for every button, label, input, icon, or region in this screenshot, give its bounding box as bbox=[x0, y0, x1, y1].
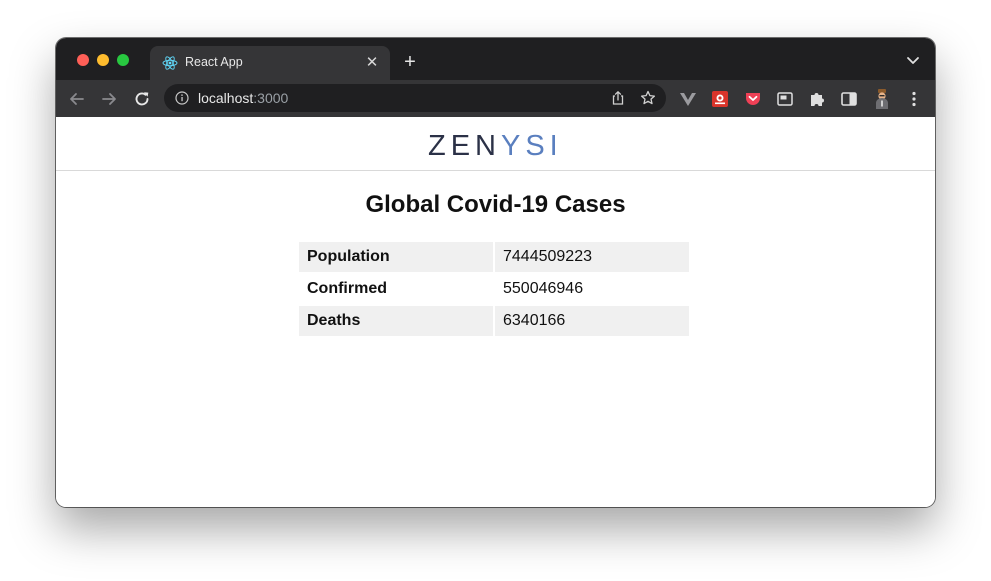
browser-toolbar: localhost:3000 bbox=[56, 80, 935, 117]
address-bar[interactable]: localhost:3000 bbox=[164, 84, 666, 112]
table-row: Population 7444509223 bbox=[299, 242, 689, 272]
tab-react-app[interactable]: React App ✕ bbox=[150, 46, 390, 80]
stat-label: Confirmed bbox=[307, 280, 387, 297]
tab-search-chevron-icon[interactable] bbox=[905, 52, 921, 68]
vue-devtools-icon[interactable] bbox=[679, 90, 697, 108]
svg-text:ZENYSIS: ZENYSIS bbox=[428, 130, 564, 161]
extension-red-icon[interactable] bbox=[711, 90, 729, 108]
kebab-menu-icon[interactable] bbox=[905, 90, 923, 108]
pocket-icon[interactable] bbox=[744, 90, 762, 108]
site-header: ZENYSIS bbox=[56, 117, 935, 171]
back-icon[interactable] bbox=[67, 89, 87, 109]
tab-close-icon[interactable]: ✕ bbox=[363, 54, 381, 72]
share-icon[interactable] bbox=[610, 90, 626, 106]
browser-window: React App ✕ + localhost:3000 ZENYSI Glob… bbox=[56, 38, 935, 507]
side-panel-icon[interactable] bbox=[840, 90, 858, 108]
puzzle-icon[interactable] bbox=[808, 90, 826, 108]
tab-title: React App bbox=[185, 55, 243, 69]
reload-icon[interactable] bbox=[132, 89, 152, 109]
stat-label: Population bbox=[299, 242, 493, 272]
stat-value: 550046946 bbox=[503, 280, 584, 297]
picture-in-picture-icon[interactable] bbox=[776, 90, 794, 108]
close-window-button[interactable] bbox=[77, 54, 89, 66]
url-host: localhost bbox=[198, 90, 254, 106]
stats-table: Population 7444509223 Confirmed 55004694… bbox=[297, 240, 691, 338]
page-title: Global Covid-19 Cases bbox=[365, 191, 626, 218]
url-port: :3000 bbox=[253, 90, 289, 106]
zenysis-logo: ZENYSIS bbox=[428, 130, 564, 161]
maximize-window-button[interactable] bbox=[117, 54, 129, 66]
forward-icon[interactable] bbox=[99, 89, 119, 109]
page-viewport: ZENYSIS Global Covid-19 Cases Population… bbox=[56, 117, 935, 507]
profile-avatar[interactable] bbox=[872, 88, 892, 110]
table-row: Confirmed 550046946 bbox=[299, 274, 689, 304]
table-row: Deaths 6340166 bbox=[299, 306, 689, 336]
star-icon[interactable] bbox=[640, 90, 656, 106]
stat-value: 7444509223 bbox=[495, 242, 689, 272]
info-icon[interactable] bbox=[175, 91, 189, 105]
url-text: localhost:3000 bbox=[198, 90, 288, 106]
react-icon bbox=[162, 56, 178, 70]
minimize-window-button[interactable] bbox=[97, 54, 109, 66]
tab-strip: React App ✕ + bbox=[56, 38, 935, 80]
new-tab-button[interactable]: + bbox=[399, 51, 421, 73]
stat-label: Deaths bbox=[299, 306, 493, 336]
desktop-background: React App ✕ + localhost:3000 ZENYSI Glob… bbox=[0, 0, 991, 581]
stat-value: 6340166 bbox=[495, 306, 689, 336]
